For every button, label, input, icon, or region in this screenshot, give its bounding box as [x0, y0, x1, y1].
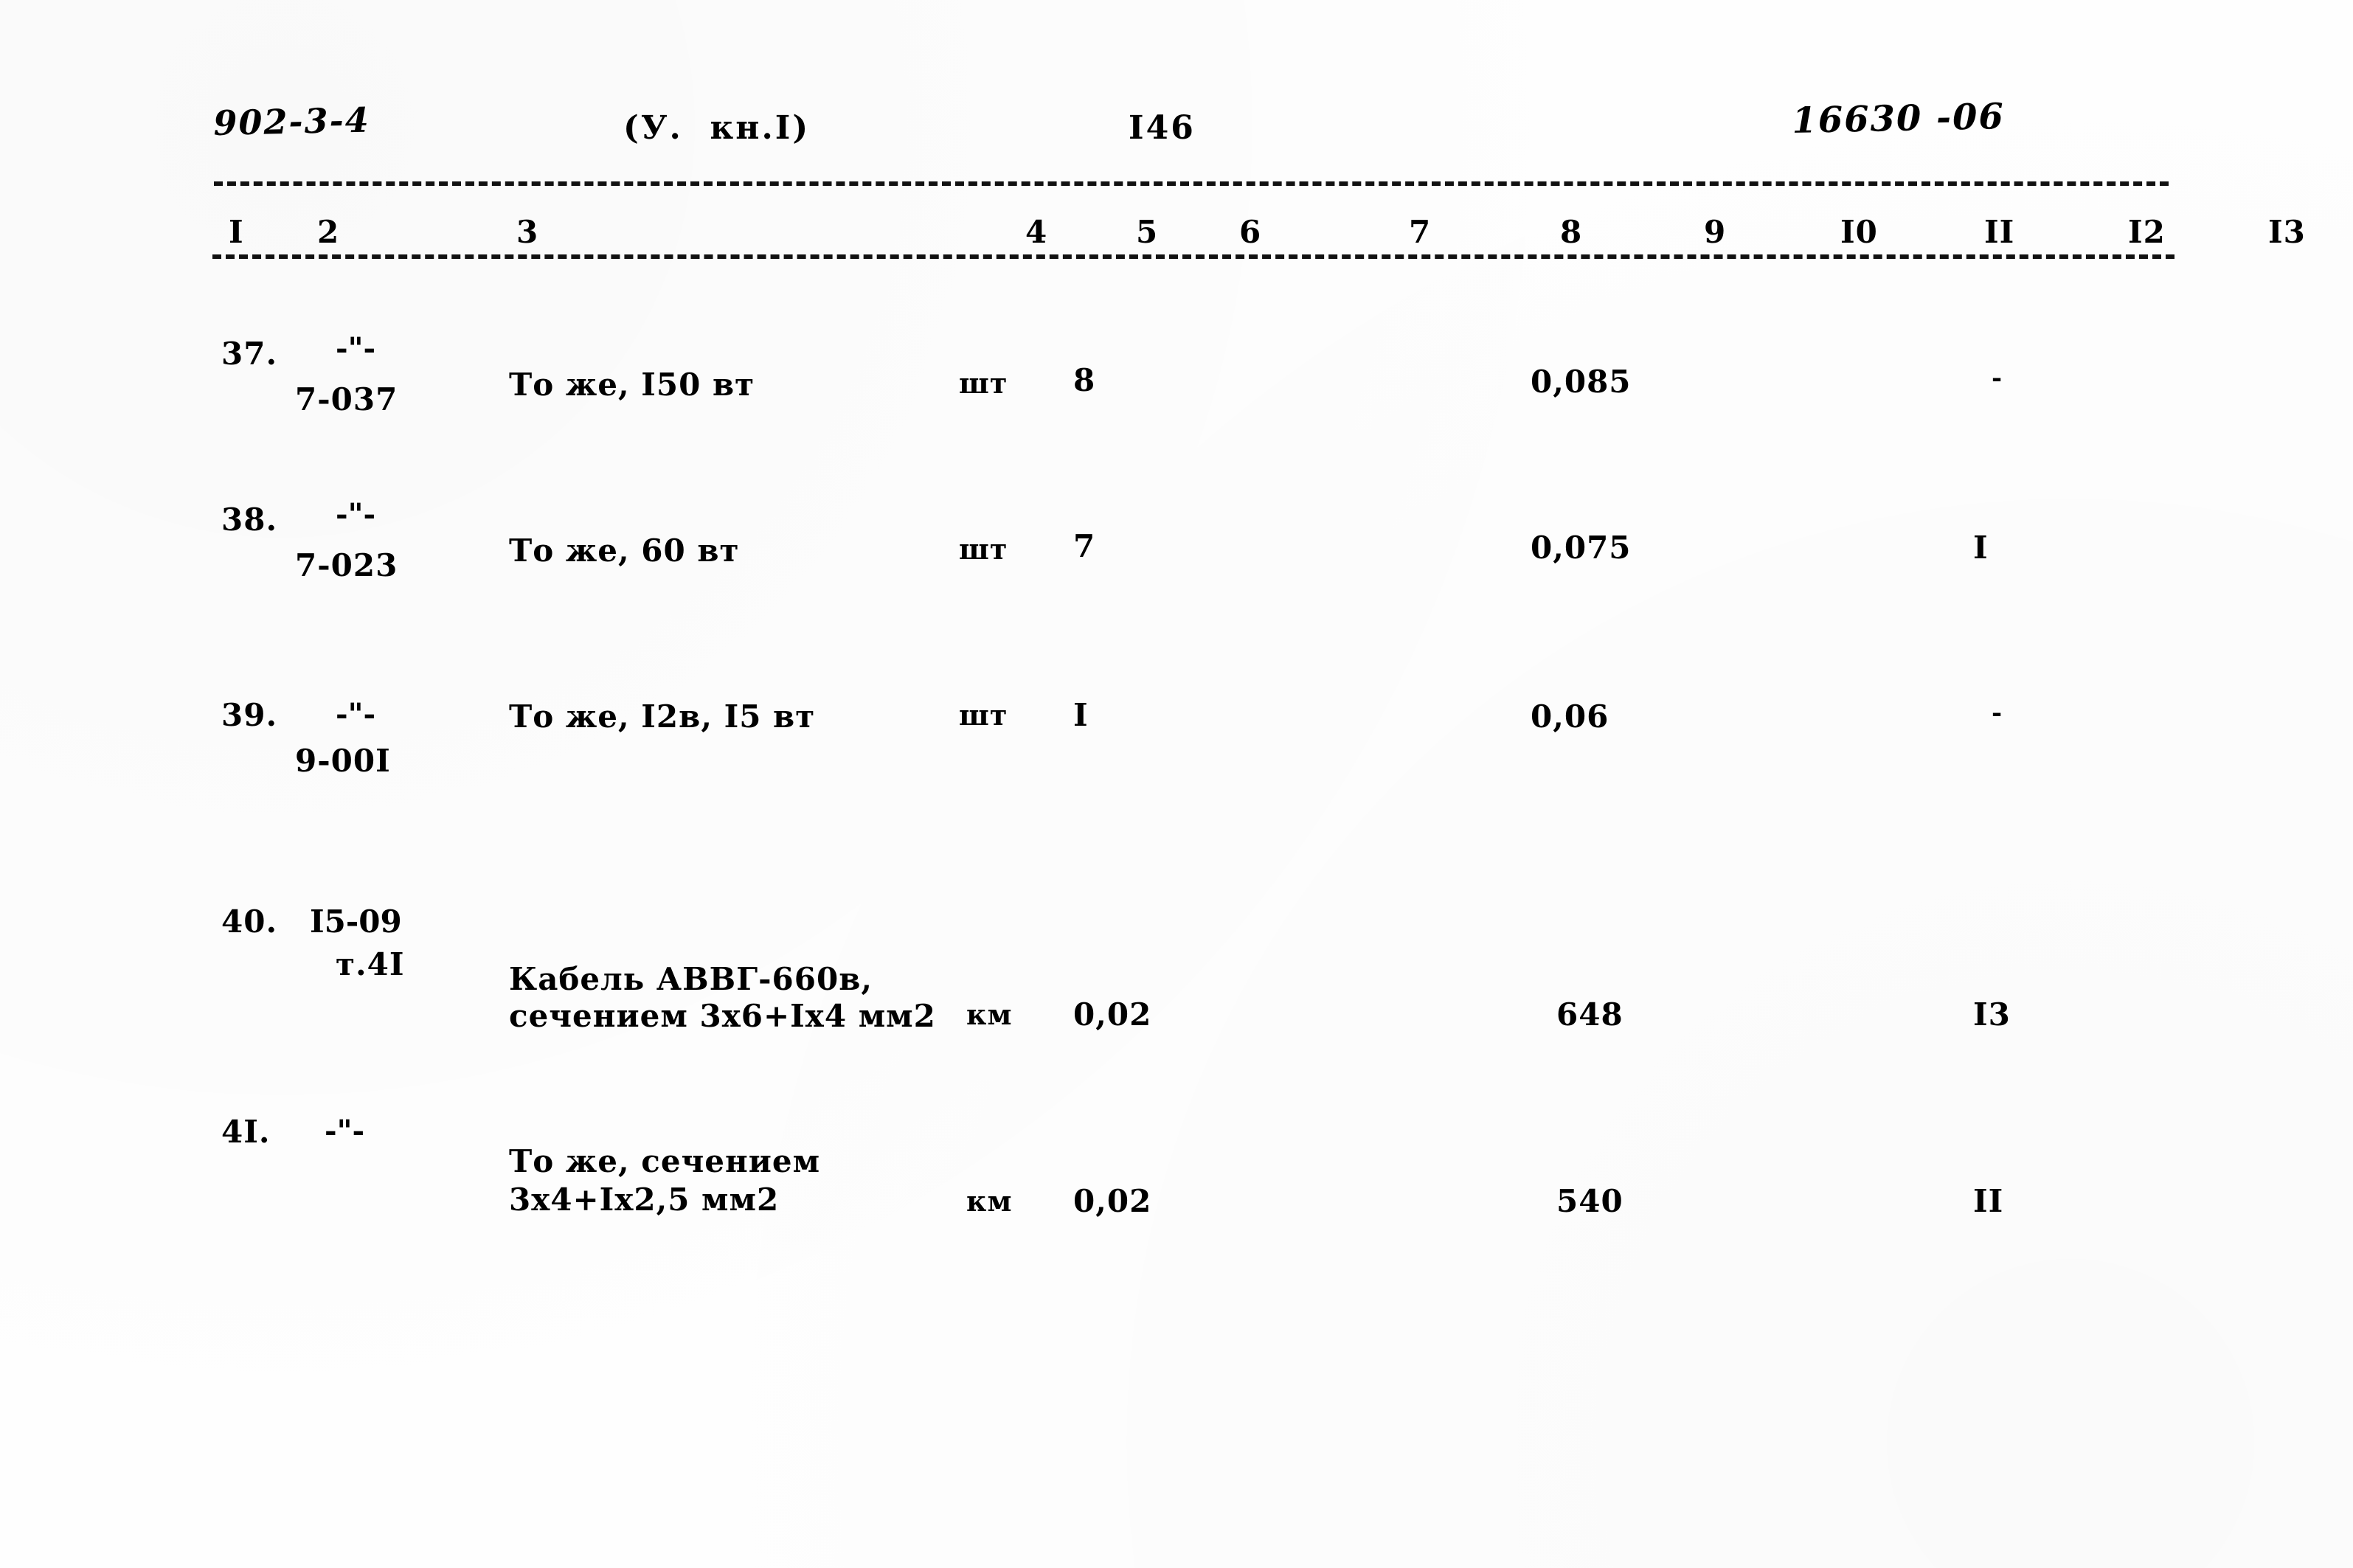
row-description-line-1: Кабель АВВГ-660в, [509, 961, 873, 997]
table-row: 38. -"- 7-023 То же, 60 вт шт 7 0,075 I [0, 497, 2353, 679]
row-quantity: 7 [1073, 528, 1096, 564]
row-description-line-2: сечением 3х6+Iх4 мм2 [509, 998, 936, 1034]
row-ditto-mark: -"- [325, 1114, 365, 1148]
row-note: I [1973, 530, 1989, 566]
row-ditto-mark: I5-09 [310, 903, 402, 940]
row-description-line-1: То же, 60 вт [509, 533, 740, 569]
scanned-document-page: 902-3-4 (У. кн.I) I46 16630 -06 I2345678… [0, 0, 2353, 1568]
row-quantity: 0,02 [1073, 996, 1152, 1033]
row-item-number: 38. [221, 502, 278, 538]
row-quantity: 0,02 [1073, 1183, 1152, 1219]
row-mass: 540 [1556, 1183, 1623, 1219]
row-unit: км [966, 1184, 1013, 1218]
row-description-line-1: То же, I50 вт [509, 367, 755, 403]
row-standard-code: 7-037 [295, 381, 398, 417]
table-row: 40. I5-09 т.4I Кабель АВВГ-660в, сечением 3х… [0, 903, 2353, 1080]
row-mass: 0,075 [1531, 530, 1632, 566]
row-standard-code: 7-023 [295, 547, 398, 583]
row-item-number: 4I. [221, 1114, 271, 1150]
row-mass: 0,06 [1531, 698, 1609, 735]
row-note: II [1973, 1183, 2004, 1219]
row-quantity: 8 [1073, 362, 1096, 398]
table-row: 39. -"- 9-00I То же, I2в, I5 вт шт I 0,06 - [0, 697, 2353, 874]
row-standard-code: т.4I [336, 946, 405, 982]
row-standard-code: 9-00I [295, 743, 391, 779]
row-mass: 648 [1556, 996, 1623, 1033]
row-ditto-mark: -"- [336, 497, 376, 532]
row-unit: шт [959, 698, 1008, 732]
table-row: 37. -"- 7-037 То же, I50 вт шт 8 0,085 - [0, 331, 2353, 513]
row-description-line-1: То же, I2в, I5 вт [509, 698, 816, 735]
row-unit: шт [959, 533, 1008, 566]
row-note: - [1992, 364, 2003, 393]
table-row: 4I. -"- То же, сечением 3х4+Iх2,5 мм2 км 0,02… [0, 1114, 2353, 1291]
row-quantity: I [1073, 697, 1089, 733]
row-description-line-1: То же, сечением [509, 1143, 821, 1179]
row-item-number: 39. [221, 697, 278, 733]
row-item-number: 37. [221, 336, 278, 372]
row-note: - [1992, 698, 2003, 728]
row-unit: км [966, 998, 1013, 1031]
row-mass: 0,085 [1531, 364, 1632, 400]
row-note: I3 [1973, 996, 2011, 1033]
row-item-number: 40. [221, 903, 278, 940]
specification-table: 37. -"- 7-037 То же, I50 вт шт 8 0,085 - 38. -"- 7… [0, 0, 2353, 1568]
row-unit: шт [959, 367, 1008, 400]
row-description-line-2: 3х4+Iх2,5 мм2 [509, 1182, 780, 1218]
row-ditto-mark: -"- [336, 697, 376, 732]
row-ditto-mark: -"- [336, 331, 376, 366]
